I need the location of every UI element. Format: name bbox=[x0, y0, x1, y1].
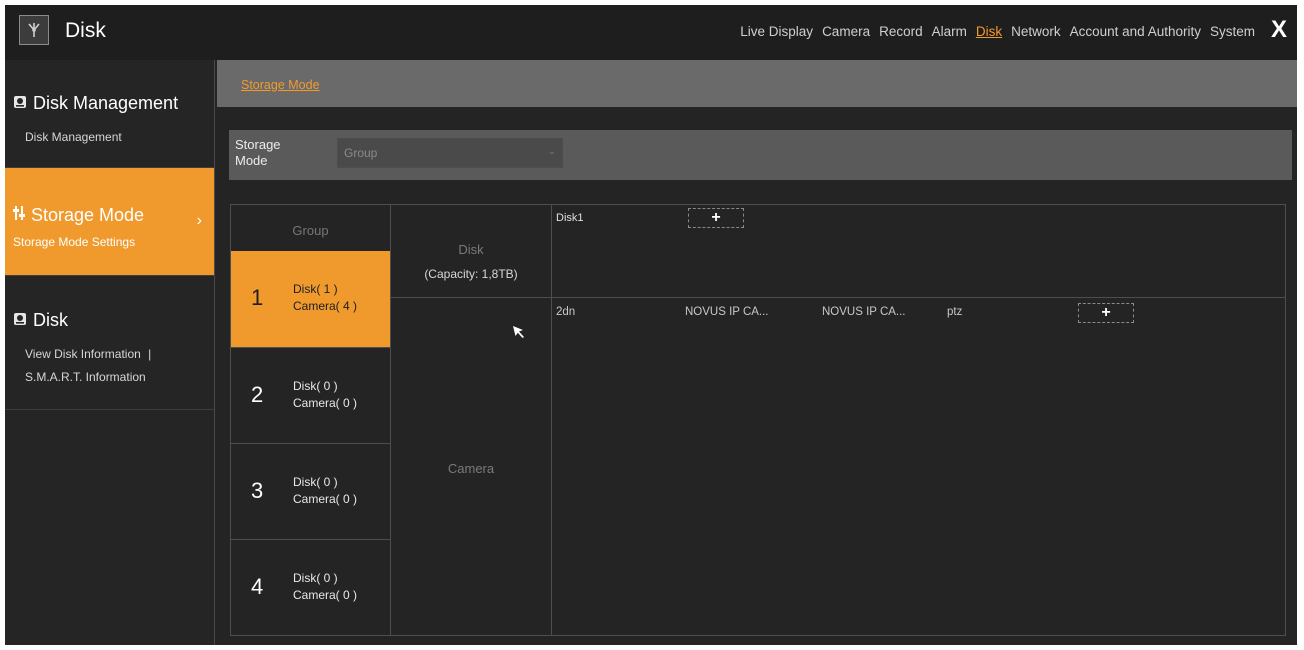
group-camera-count: Camera( 0 ) bbox=[293, 492, 358, 506]
camera-item[interactable]: NOVUS IP CA... bbox=[822, 306, 906, 318]
sidebar-section-disk-management: Disk Management Disk Management bbox=[5, 60, 214, 168]
storage-mode-label-line1: Storage bbox=[235, 137, 281, 152]
sidebar-section-storage-mode[interactable]: Storage Mode › Storage Mode Settings bbox=[5, 168, 214, 276]
close-icon[interactable]: X bbox=[1271, 18, 1287, 42]
sidebar-item-disk-management[interactable]: Disk Management bbox=[13, 93, 178, 114]
storage-mode-label: Storage Mode bbox=[235, 137, 315, 169]
disk-label-cell: Disk (Capacity: 1,8TB) bbox=[391, 205, 551, 298]
sidebar-section-title: Disk Management bbox=[33, 93, 179, 113]
sidebar-link-view-disk-information: View Disk Information | bbox=[25, 347, 151, 361]
camera-item[interactable]: ptz bbox=[947, 306, 962, 318]
group-disk-count: Disk( 0 ) bbox=[293, 571, 338, 585]
sidebar-link-smart-information[interactable]: S.M.A.R.T. Information bbox=[25, 370, 146, 384]
group-camera-count: Camera( 0 ) bbox=[293, 588, 358, 602]
plus-icon: + bbox=[1101, 304, 1111, 321]
top-bar: Disk Live Display Camera Record Alarm Di… bbox=[5, 5, 1297, 60]
camera-list: 2dn NOVUS IP CA... NOVUS IP CA... ptz + bbox=[552, 297, 1285, 635]
sidebar-link-view-disk-info[interactable]: View Disk Information bbox=[25, 347, 141, 361]
tab-storage-mode[interactable]: Storage Mode bbox=[241, 78, 320, 92]
disk-capacity: (Capacity: 1,8TB) bbox=[424, 267, 518, 281]
disk-icon bbox=[13, 310, 27, 331]
storage-mode-value: Group bbox=[344, 146, 378, 160]
group-number: 4 bbox=[251, 574, 264, 599]
add-disk-button[interactable]: + bbox=[688, 208, 744, 228]
group-row-2[interactable]: 2 Disk( 0 ) Camera( 0 ) bbox=[231, 347, 390, 443]
sidebar-section-title: Disk bbox=[33, 310, 68, 330]
group-number: 1 bbox=[251, 285, 264, 310]
disk-label: Disk bbox=[458, 242, 484, 257]
tab-bar: Storage Mode bbox=[217, 60, 1297, 107]
sidebar-section-title: Storage Mode bbox=[31, 205, 145, 225]
chevron-right-icon: › bbox=[196, 212, 202, 229]
app-window: Disk Live Display Camera Record Alarm Di… bbox=[5, 5, 1297, 645]
link-separator: | bbox=[148, 347, 152, 361]
nav-camera[interactable]: Camera bbox=[822, 24, 870, 39]
sidebar-section-disk: Disk View Disk Information | S.M.A.R.T. … bbox=[5, 276, 214, 410]
sidebar-item-storage-mode[interactable]: Storage Mode bbox=[13, 205, 144, 226]
main-content: Storage Mode Storage Mode Group ⌄ Group … bbox=[217, 60, 1297, 645]
disk-icon bbox=[13, 93, 27, 114]
group-camera-count: Camera( 0 ) bbox=[293, 396, 358, 410]
disk-item[interactable]: Disk1 bbox=[556, 212, 584, 224]
sidebar: Disk Management Disk Management Storage … bbox=[5, 60, 215, 645]
add-camera-button[interactable]: + bbox=[1078, 303, 1134, 323]
group-row-1[interactable]: 1 Disk( 1 ) Camera( 4 ) bbox=[231, 251, 390, 347]
sidebar-link-disk-management[interactable]: Disk Management bbox=[25, 130, 122, 144]
sidebar-item-disk[interactable]: Disk bbox=[13, 310, 68, 331]
sliders-icon bbox=[13, 205, 25, 226]
detail-values: Disk1 + 2dn NOVUS IP CA... NOVUS IP CA..… bbox=[552, 204, 1286, 636]
group-header: Group bbox=[292, 223, 329, 238]
nav-alarm[interactable]: Alarm bbox=[932, 24, 967, 39]
camera-item[interactable]: 2dn bbox=[556, 306, 575, 318]
storage-mode-row: Storage Mode Group ⌄ bbox=[229, 130, 1292, 180]
nav-network[interactable]: Network bbox=[1011, 24, 1061, 39]
disk-list: Disk1 + bbox=[552, 205, 1285, 298]
group-list: Group 1 Disk( 1 ) Camera( 4 ) 2 Disk( 0 … bbox=[230, 204, 391, 636]
plus-icon: + bbox=[711, 209, 721, 226]
storage-mode-select[interactable]: Group ⌄ bbox=[337, 138, 563, 168]
detail-labels: Disk (Capacity: 1,8TB) Camera bbox=[391, 204, 552, 636]
chevron-down-icon: ⌄ bbox=[547, 146, 556, 157]
nav-system[interactable]: System bbox=[1210, 24, 1255, 39]
group-row-4[interactable]: 4 Disk( 0 ) Camera( 0 ) bbox=[231, 539, 390, 635]
main-nav: Live Display Camera Record Alarm Disk Ne… bbox=[740, 24, 1255, 39]
group-disk-count: Disk( 0 ) bbox=[293, 475, 338, 489]
camera-label: Camera bbox=[447, 461, 495, 476]
group-disk-count: Disk( 1 ) bbox=[293, 282, 338, 296]
storage-mode-label-line2: Mode bbox=[235, 153, 268, 168]
group-disk-count: Disk( 0 ) bbox=[293, 379, 338, 393]
nav-disk[interactable]: Disk bbox=[976, 24, 1002, 39]
group-number: 2 bbox=[251, 382, 264, 407]
mouse-cursor-icon bbox=[512, 325, 526, 344]
nav-account-authority[interactable]: Account and Authority bbox=[1070, 24, 1201, 39]
page-title: Disk bbox=[65, 19, 106, 42]
group-number: 3 bbox=[251, 478, 264, 503]
group-row-3[interactable]: 3 Disk( 0 ) Camera( 0 ) bbox=[231, 443, 390, 539]
nav-record[interactable]: Record bbox=[879, 24, 923, 39]
camera-item[interactable]: NOVUS IP CA... bbox=[685, 306, 769, 318]
app-logo-icon bbox=[19, 15, 49, 45]
group-camera-count: Camera( 4 ) bbox=[293, 299, 358, 313]
sidebar-link-storage-mode-settings[interactable]: Storage Mode Settings bbox=[13, 235, 135, 249]
nav-live-display[interactable]: Live Display bbox=[740, 24, 813, 39]
